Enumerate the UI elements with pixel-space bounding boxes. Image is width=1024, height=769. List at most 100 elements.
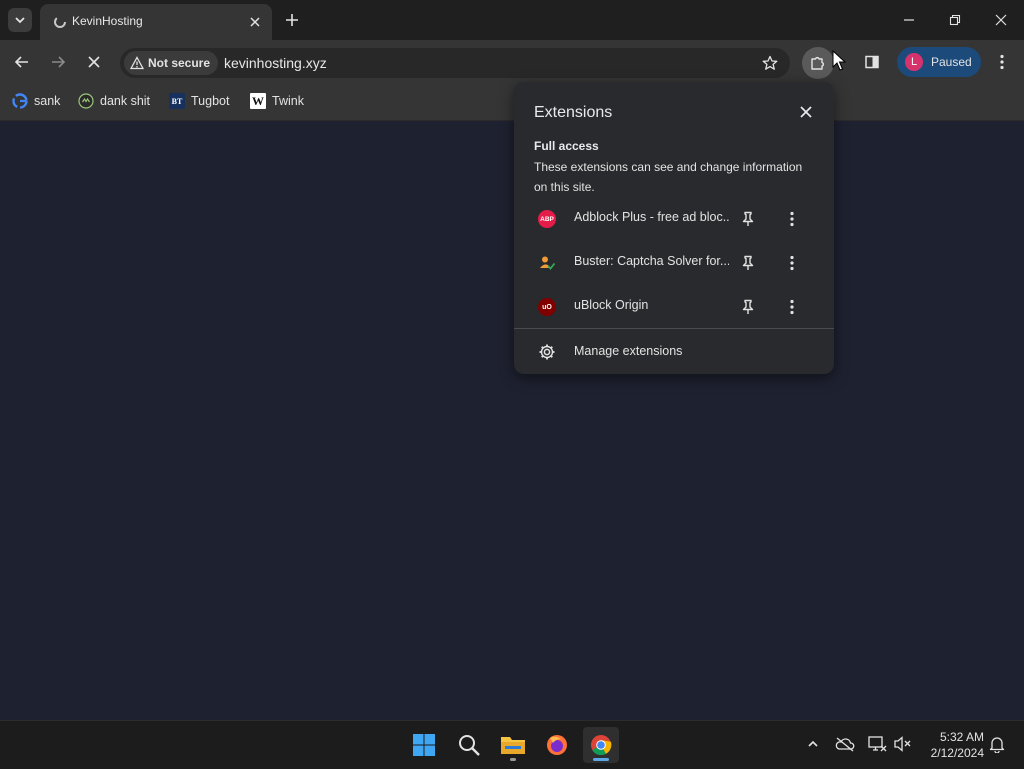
arrow-left-icon	[14, 56, 28, 68]
speaker-muted-icon	[894, 736, 911, 752]
bookmark-star-button[interactable]	[760, 53, 780, 73]
firefox-icon	[547, 735, 567, 755]
extension-name: Buster: Captcha Solver for...	[574, 254, 729, 268]
security-label: Not secure	[148, 56, 211, 70]
extension-name: Adblock Plus - free ad bloc...	[574, 210, 729, 224]
notifications-button[interactable]	[986, 733, 1008, 755]
bookmark-label: sank	[34, 94, 61, 108]
bookmark-item[interactable]: sank	[12, 92, 60, 110]
tab-close-button[interactable]	[246, 13, 264, 31]
show-hidden-icons-button[interactable]	[802, 733, 824, 755]
extensions-close-button[interactable]	[796, 102, 816, 122]
close-icon	[995, 14, 1007, 26]
cloud-offline-icon	[835, 737, 855, 752]
tab-kevinhosting[interactable]: KevinHosting	[40, 4, 272, 40]
search-icon	[459, 735, 480, 756]
new-tab-button[interactable]	[282, 10, 302, 30]
extensions-button[interactable]	[802, 47, 834, 79]
more-vertical-icon	[790, 255, 794, 271]
tab-title: KevinHosting	[72, 14, 143, 28]
onedrive-button[interactable]	[834, 733, 856, 755]
bookmark-label: Tugbot	[191, 94, 230, 108]
stop-loading-button[interactable]	[80, 48, 108, 76]
star-icon	[762, 55, 778, 70]
close-icon	[250, 17, 260, 27]
manage-extensions-item[interactable]: Manage extensions	[514, 336, 834, 368]
clock[interactable]: 5:32 AM 2/12/2024	[918, 729, 984, 761]
restore-button[interactable]	[940, 6, 970, 34]
w-icon: W	[250, 93, 266, 109]
google-icon	[12, 93, 28, 109]
pin-icon	[742, 299, 754, 314]
minimize-button[interactable]	[894, 6, 924, 34]
tab-strip: KevinHosting	[0, 0, 1024, 40]
back-button[interactable]	[8, 48, 36, 76]
more-options-button[interactable]	[782, 209, 802, 229]
pin-button[interactable]	[738, 297, 758, 317]
network-button[interactable]	[866, 733, 888, 755]
bookmark-site-icon	[78, 93, 94, 109]
taskbar: 5:32 AM 2/12/2024	[0, 720, 1024, 769]
more-options-button[interactable]	[782, 253, 802, 273]
ublock-origin-icon: uO	[538, 298, 556, 316]
chevron-up-icon	[808, 740, 818, 747]
url-text[interactable]: kevinhosting.xyz	[224, 55, 327, 71]
adblock-plus-icon: ABP	[538, 210, 556, 228]
full-access-description: These extensions can see and change info…	[534, 160, 803, 194]
more-vertical-icon	[790, 211, 794, 227]
network-icon	[868, 736, 887, 752]
toolbar: Not secure kevinhosting.xyz L Paused	[0, 40, 1024, 84]
extension-item-adblock-plus[interactable]: ABP Adblock Plus - free ad bloc...	[514, 198, 834, 238]
firefox-button[interactable]	[539, 727, 575, 763]
profile-status: Paused	[931, 55, 972, 69]
extension-item-buster[interactable]: Buster: Captcha Solver for...	[514, 242, 834, 282]
extension-item-ublock-origin[interactable]: uO uBlock Origin	[514, 286, 834, 326]
side-panel-icon	[865, 55, 879, 69]
puzzle-icon	[811, 56, 825, 70]
full-access-heading: Full access	[534, 139, 599, 153]
search-button[interactable]	[451, 727, 487, 763]
close-window-button[interactable]	[986, 6, 1016, 34]
chrome-button[interactable]	[583, 727, 619, 763]
profile-button[interactable]: L Paused	[897, 47, 981, 77]
bookmark-item[interactable]: dank shit	[78, 92, 150, 110]
loading-icon	[54, 16, 66, 28]
security-chip[interactable]: Not secure	[124, 51, 219, 75]
buster-icon	[538, 254, 556, 272]
clock-time: 5:32 AM	[939, 730, 984, 744]
menu-divider	[514, 328, 834, 329]
start-button[interactable]	[406, 727, 442, 763]
bookmark-item[interactable]: W Twink	[250, 92, 304, 110]
bookmark-item[interactable]: BT Tugbot	[169, 92, 229, 110]
forward-button[interactable]	[44, 48, 72, 76]
running-indicator	[510, 758, 516, 761]
side-panel-button[interactable]	[858, 48, 886, 76]
bt-icon: BT	[169, 93, 185, 109]
warning-icon	[130, 56, 144, 70]
address-bar[interactable]: Not secure kevinhosting.xyz	[120, 48, 790, 78]
arrow-right-icon	[52, 56, 66, 68]
minimize-icon	[904, 19, 914, 21]
active-indicator	[593, 758, 609, 761]
pin-icon	[742, 255, 754, 270]
bookmarks-bar: sank dank shit BT Tugbot W Twink	[0, 84, 1024, 121]
more-vertical-icon	[790, 299, 794, 315]
mouse-cursor-icon	[832, 50, 846, 71]
bookmark-label: Twink	[272, 94, 304, 108]
plus-icon	[286, 14, 298, 26]
chevron-down-icon	[15, 17, 25, 24]
tab-search-button[interactable]	[8, 8, 32, 32]
chrome-icon	[591, 735, 612, 756]
menu-button[interactable]	[988, 48, 1016, 76]
bookmark-label: dank shit	[100, 94, 151, 108]
extension-name: uBlock Origin	[574, 298, 649, 312]
more-options-button[interactable]	[782, 297, 802, 317]
pin-button[interactable]	[738, 253, 758, 273]
gear-icon	[538, 343, 556, 361]
pin-button[interactable]	[738, 209, 758, 229]
windows-logo-icon	[413, 734, 435, 756]
restore-icon	[949, 14, 961, 26]
extensions-menu: Extensions Full access These extensions …	[514, 82, 834, 374]
file-explorer-button[interactable]	[495, 727, 531, 763]
volume-button[interactable]	[892, 733, 914, 755]
